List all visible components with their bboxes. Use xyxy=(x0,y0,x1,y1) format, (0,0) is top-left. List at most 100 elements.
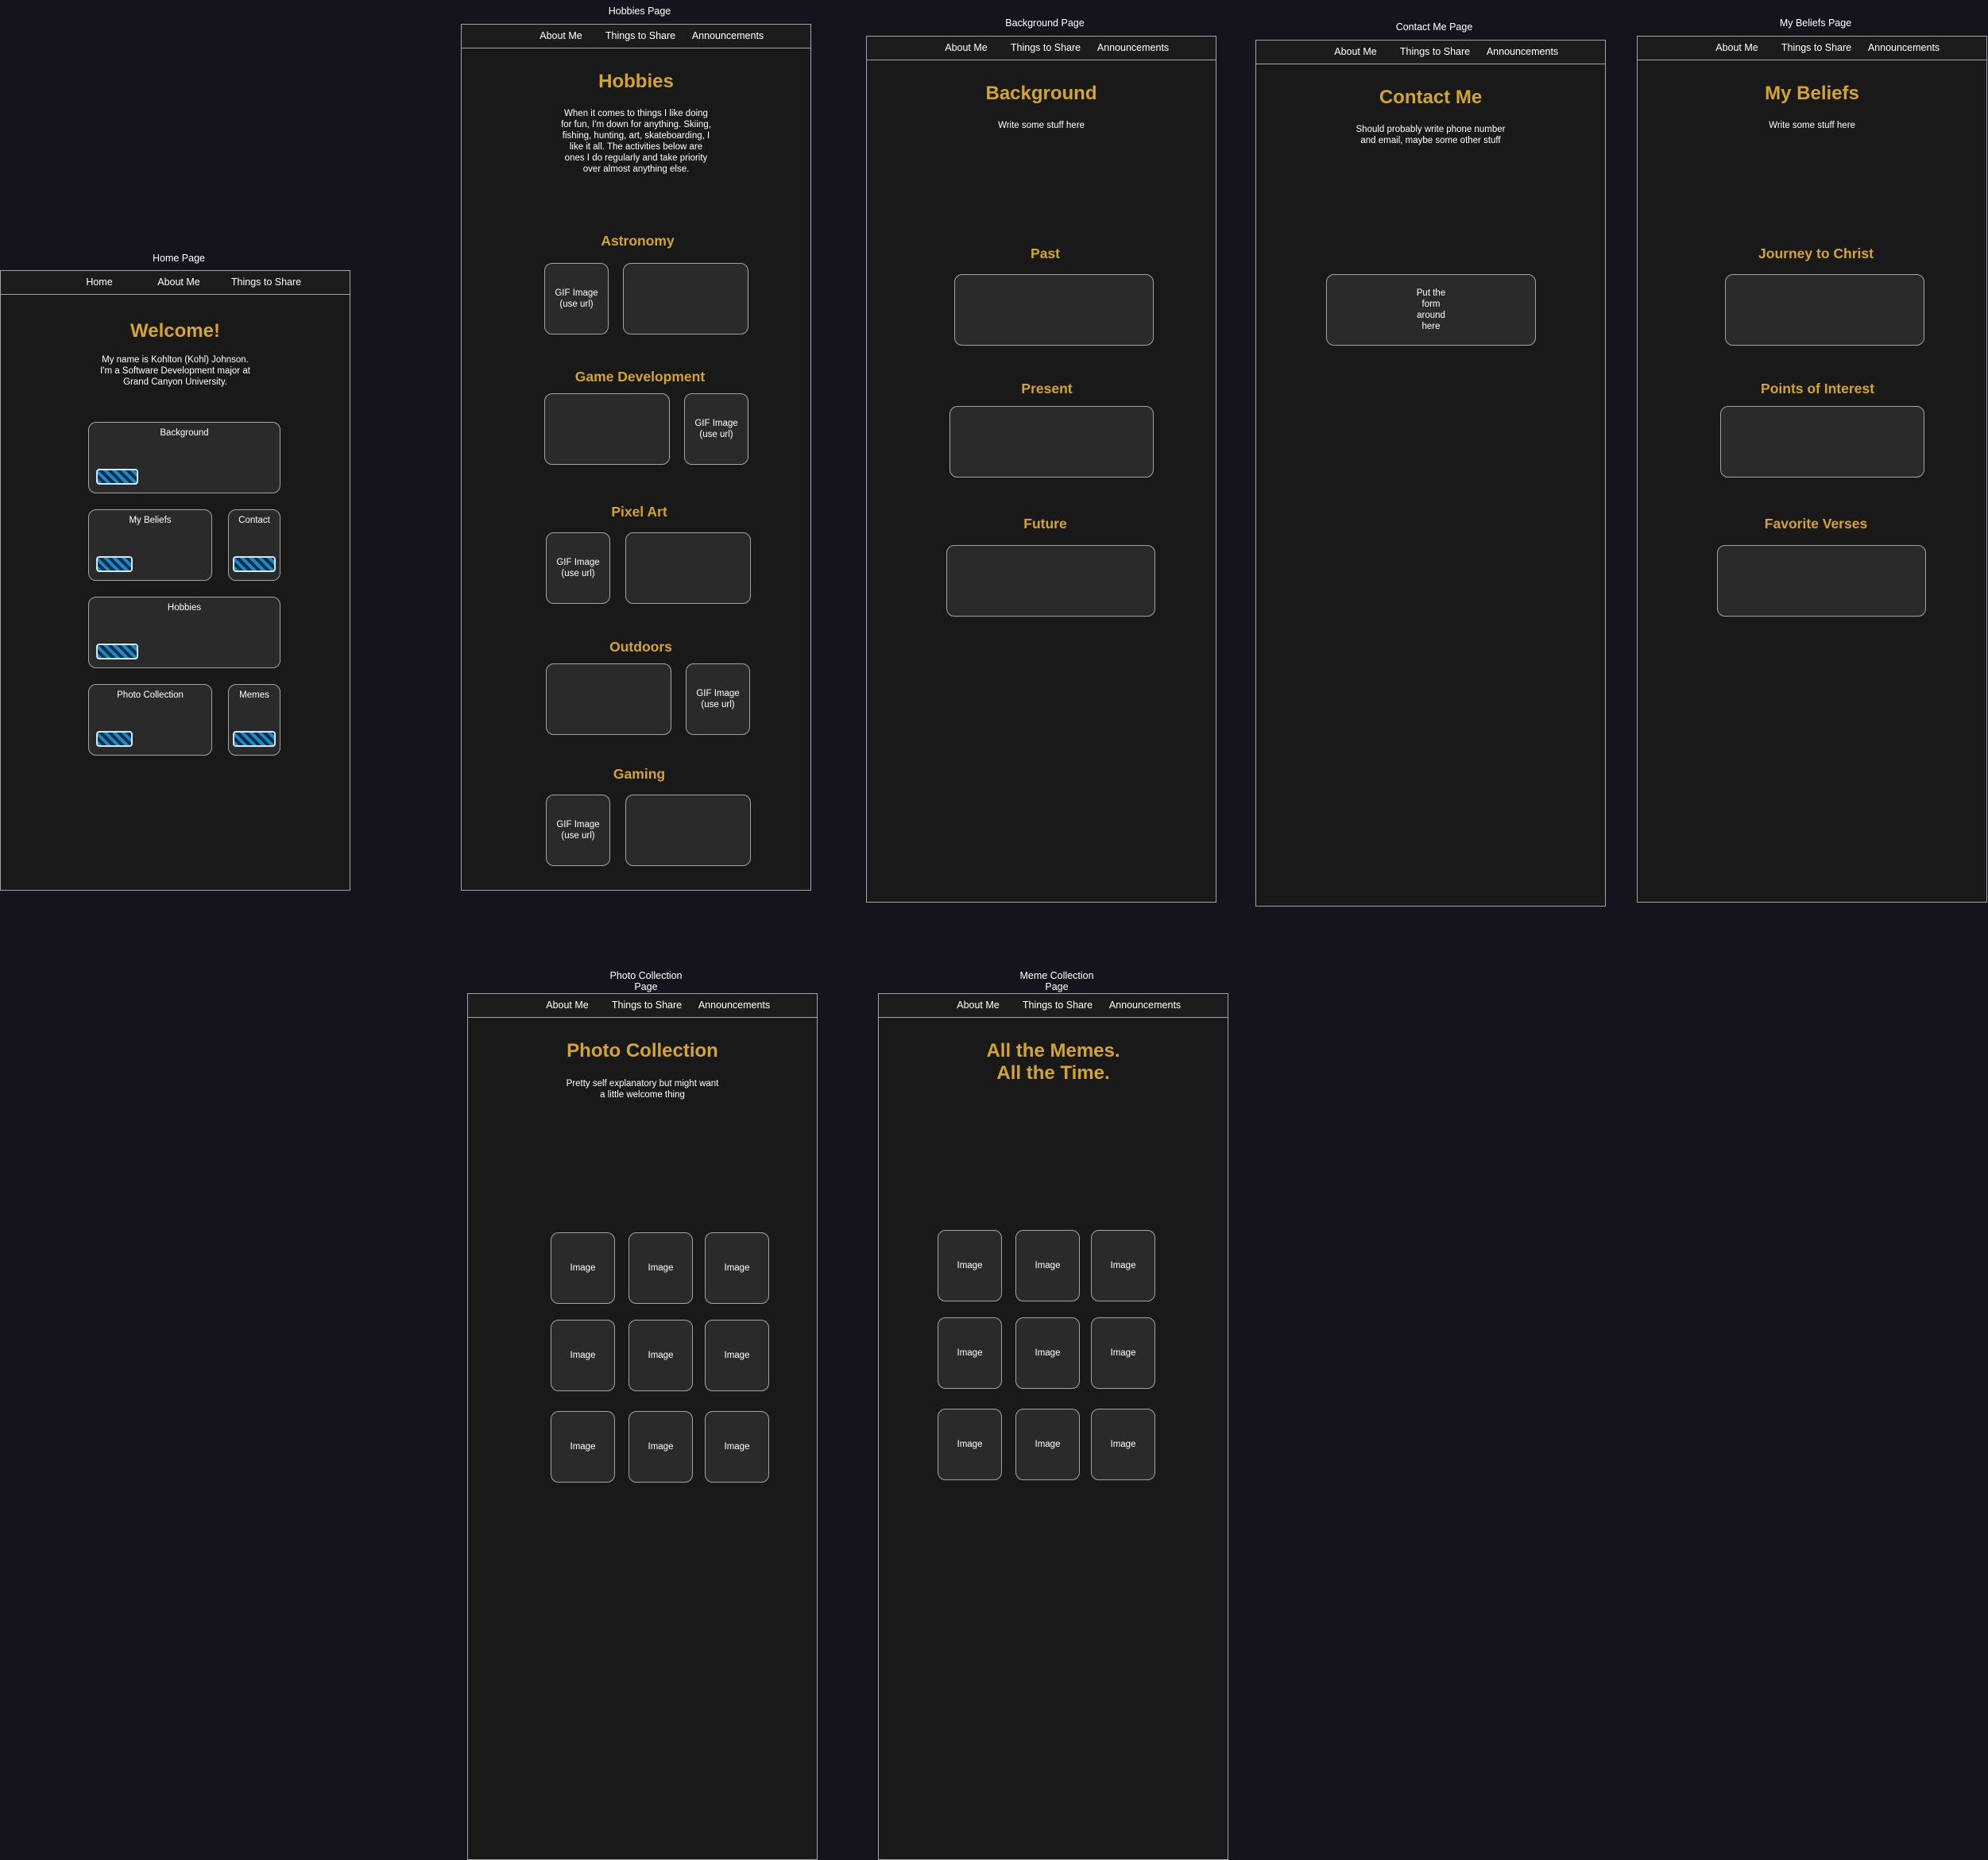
beliefs-nav-bar: About Me Things to Share Announcements xyxy=(1638,37,1986,60)
nav-about-me[interactable]: About Me xyxy=(1334,41,1377,64)
beliefs-intro: Write some stuff here xyxy=(1769,121,1855,130)
image-placeholder-icon xyxy=(96,644,138,659)
nav-about-me[interactable]: About Me xyxy=(540,25,582,48)
section-game-development-heading: Game Development xyxy=(574,369,706,385)
card-background-label: Background xyxy=(160,428,209,438)
contact-form-placeholder: Put the form around here xyxy=(1326,274,1536,346)
photo-collection-title: Photo Collection xyxy=(567,1040,718,1061)
content-box xyxy=(544,393,670,465)
background-intro: Write some stuff here xyxy=(998,121,1085,130)
content-box xyxy=(625,795,751,866)
content-box xyxy=(625,532,751,604)
background-nav-bar: About Me Things to Share Announcements xyxy=(867,37,1216,60)
hobbies-intro: When it comes to things I like doing for … xyxy=(561,109,711,174)
image-tile: Image xyxy=(1015,1409,1080,1480)
photo-collection-page-frame: About Me Things to Share Announcements P… xyxy=(467,993,818,1860)
gif-placeholder: GIF Image (use url) xyxy=(686,663,750,735)
nav-announcements[interactable]: Announcements xyxy=(692,25,764,48)
nav-about-me[interactable]: About Me xyxy=(157,271,200,294)
image-tile: Image xyxy=(629,1320,693,1391)
image-placeholder-icon xyxy=(96,731,133,747)
welcome-title: Welcome! xyxy=(130,320,220,342)
nav-things-to-share[interactable]: Things to Share xyxy=(1023,994,1093,1017)
hobbies-title: Hobbies xyxy=(598,71,674,92)
photos-nav-bar: About Me Things to Share Announcements xyxy=(468,994,817,1018)
nav-announcements[interactable]: Announcements xyxy=(1097,37,1169,60)
beliefs-page-frame: About Me Things to Share Announcements M… xyxy=(1637,36,1987,903)
nav-announcements[interactable]: Announcements xyxy=(1487,41,1558,64)
section-favorite-verses-heading: Favorite Verses xyxy=(1764,516,1868,532)
content-box xyxy=(1720,406,1924,478)
nav-announcements[interactable]: Announcements xyxy=(698,994,770,1017)
beliefs-frame-label: My Beliefs Page xyxy=(1779,17,1852,29)
gif-placeholder: GIF Image (use url) xyxy=(546,795,610,866)
contact-title: Contact Me xyxy=(1379,87,1483,108)
background-frame-label: Background Page xyxy=(1005,17,1085,29)
card-photo-collection-label: Photo Collection xyxy=(117,690,184,700)
image-placeholder-icon xyxy=(233,731,276,747)
nav-things-to-share[interactable]: Things to Share xyxy=(1011,37,1081,60)
section-points-of-interest-heading: Points of Interest xyxy=(1761,381,1874,396)
meme-collection-title: All the Memes. All the Time. xyxy=(986,1040,1120,1084)
home-nav-bar: Home About Me Things to Share xyxy=(1,271,350,295)
content-box xyxy=(946,545,1155,617)
card-my-beliefs[interactable]: My Beliefs xyxy=(88,509,212,581)
nav-things-to-share[interactable]: Things to Share xyxy=(1781,37,1851,60)
home-frame-label: Home Page xyxy=(152,253,205,264)
section-pixel-art-heading: Pixel Art xyxy=(611,504,667,520)
image-tile: Image xyxy=(551,1411,615,1483)
image-placeholder-icon xyxy=(233,556,276,572)
hobbies-page-frame: About Me Things to Share Announcements H… xyxy=(461,24,811,891)
meme-collection-page-frame: About Me Things to Share Announcements A… xyxy=(878,993,1228,1860)
card-hobbies[interactable]: Hobbies xyxy=(88,597,280,668)
image-tile: Image xyxy=(629,1232,693,1304)
card-memes[interactable]: Memes xyxy=(228,684,280,756)
image-tile: Image xyxy=(938,1230,1002,1301)
memes-nav-bar: About Me Things to Share Announcements xyxy=(879,994,1228,1018)
beliefs-title: My Beliefs xyxy=(1765,83,1859,104)
photos-frame-label: Photo Collection Page xyxy=(609,970,683,992)
nav-things-to-share[interactable]: Things to Share xyxy=(605,25,675,48)
section-future-heading: Future xyxy=(1023,516,1067,532)
hobbies-frame-label: Hobbies Page xyxy=(608,6,671,17)
home-page-frame: Home About Me Things to Share Welcome! M… xyxy=(0,270,350,891)
card-background[interactable]: Background xyxy=(88,422,280,493)
image-tile: Image xyxy=(705,1232,769,1304)
nav-things-to-share[interactable]: Things to Share xyxy=(231,271,301,294)
image-tile: Image xyxy=(705,1411,769,1483)
card-my-beliefs-label: My Beliefs xyxy=(129,516,172,525)
hobbies-nav-bar: About Me Things to Share Announcements xyxy=(462,25,810,48)
card-hobbies-label: Hobbies xyxy=(167,603,202,613)
image-tile: Image xyxy=(551,1320,615,1391)
card-contact-label: Contact xyxy=(238,516,270,525)
nav-about-me[interactable]: About Me xyxy=(1715,37,1758,60)
nav-about-me[interactable]: About Me xyxy=(546,994,589,1017)
image-tile: Image xyxy=(1091,1409,1155,1480)
contact-frame-label: Contact Me Page xyxy=(1395,21,1473,33)
image-tile: Image xyxy=(938,1409,1002,1480)
background-page-frame: About Me Things to Share Announcements B… xyxy=(866,36,1216,903)
content-box xyxy=(950,406,1154,478)
memes-frame-label: Meme Collection Page xyxy=(1019,970,1094,992)
nav-announcements[interactable]: Announcements xyxy=(1109,994,1181,1017)
image-placeholder-icon xyxy=(96,469,138,485)
card-contact[interactable]: Contact xyxy=(228,509,280,581)
image-tile: Image xyxy=(1015,1317,1080,1389)
nav-home[interactable]: Home xyxy=(86,271,112,294)
content-box xyxy=(1725,274,1924,346)
nav-about-me[interactable]: About Me xyxy=(945,37,988,60)
image-tile: Image xyxy=(1091,1230,1155,1301)
content-box xyxy=(1717,545,1926,617)
gif-placeholder: GIF Image (use url) xyxy=(684,393,748,465)
content-box xyxy=(623,263,748,334)
nav-announcements[interactable]: Announcements xyxy=(1868,37,1940,60)
image-tile: Image xyxy=(551,1232,615,1304)
card-photo-collection[interactable]: Photo Collection xyxy=(88,684,212,756)
nav-things-to-share[interactable]: Things to Share xyxy=(612,994,682,1017)
nav-about-me[interactable]: About Me xyxy=(957,994,1000,1017)
contact-intro: Should probably write phone number and em… xyxy=(1356,125,1506,145)
contact-nav-bar: About Me Things to Share Announcements xyxy=(1256,41,1605,64)
content-box xyxy=(546,663,671,735)
nav-things-to-share[interactable]: Things to Share xyxy=(1400,41,1470,64)
section-present-heading: Present xyxy=(1021,381,1073,396)
